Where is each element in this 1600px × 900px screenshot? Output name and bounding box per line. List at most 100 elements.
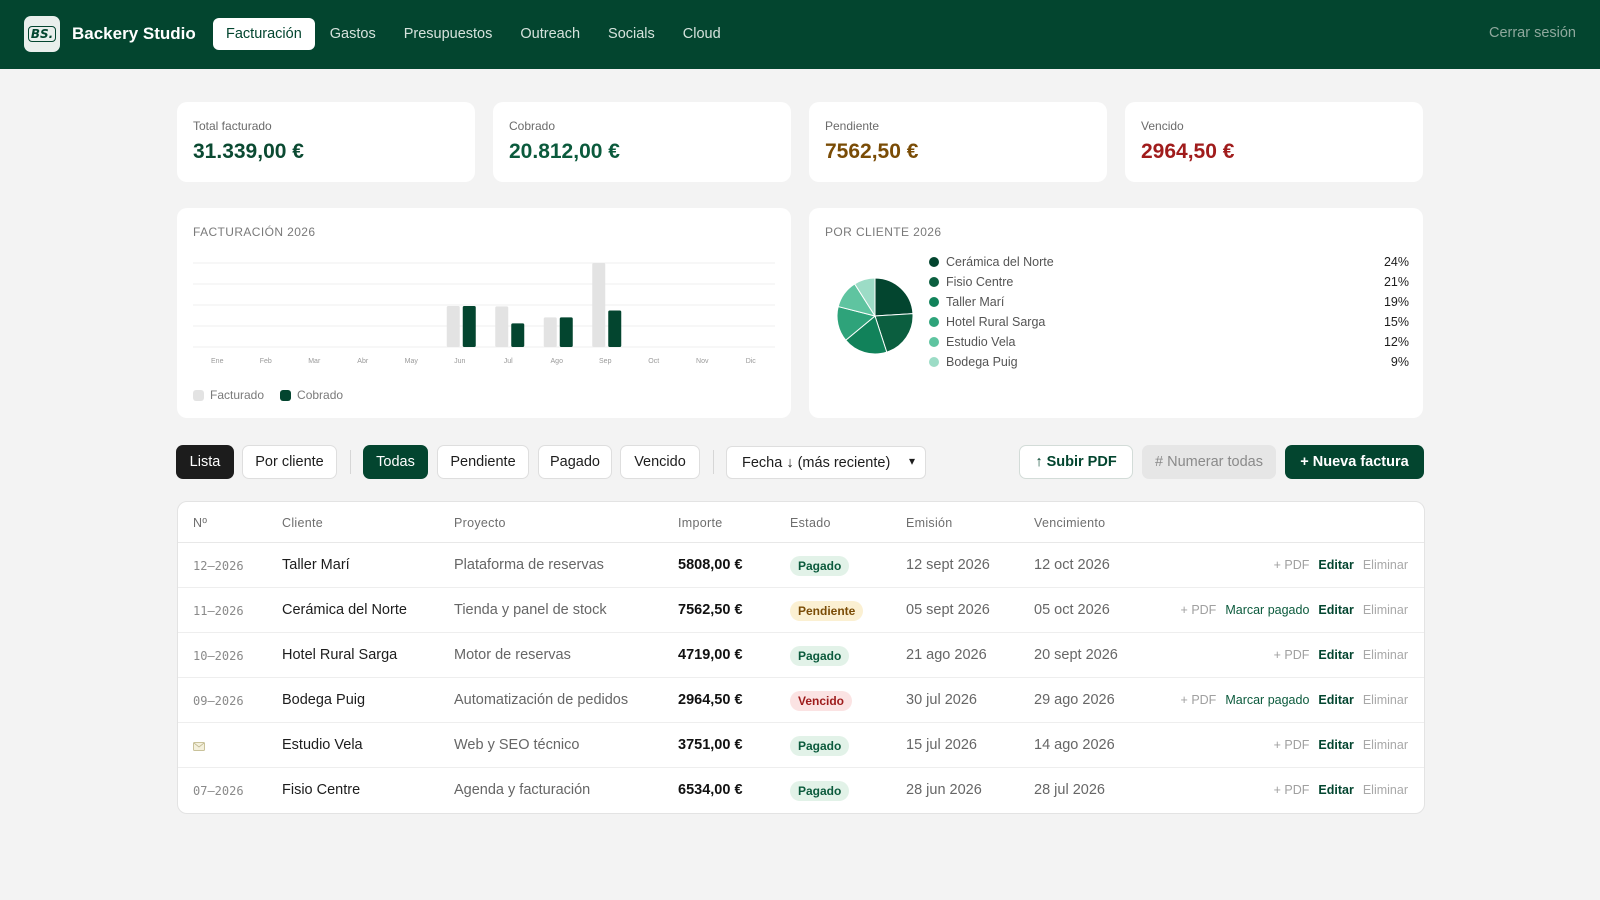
table-row[interactable]: 09–2026 Bodega Puig Automatización de pe… bbox=[178, 678, 1424, 723]
new-invoice-button[interactable]: + Nueva factura bbox=[1285, 445, 1424, 479]
bar-facturado-ago bbox=[543, 317, 557, 347]
status-badge: Pendiente bbox=[790, 601, 864, 621]
pie-legend-label: Taller Marí bbox=[946, 295, 1005, 309]
delete-link[interactable]: Eliminar bbox=[1363, 603, 1408, 617]
table-row[interactable]: 07–2026 Fisio Centre Agenda y facturació… bbox=[178, 768, 1424, 813]
invoice-number: 11–2026 bbox=[193, 604, 244, 618]
edit-link[interactable]: Editar bbox=[1318, 783, 1353, 797]
row-actions: + PDF Marcar pagado Editar Eliminar bbox=[1181, 693, 1408, 707]
edit-link[interactable]: Editar bbox=[1318, 693, 1353, 707]
pie-legend-dot bbox=[929, 317, 939, 327]
status-badge: Vencido bbox=[790, 691, 853, 711]
add-pdf-link[interactable]: + PDF bbox=[1274, 558, 1310, 572]
brand-name: Backery Studio bbox=[72, 24, 196, 43]
kpi-total-facturado: Total facturado 31.339,00 € bbox=[177, 102, 475, 182]
kpi-value: 31.339,00 € bbox=[193, 140, 304, 163]
edit-link[interactable]: Editar bbox=[1318, 558, 1353, 572]
invoice-issue-date: 28 jun 2026 bbox=[906, 782, 982, 798]
mark-paid-link[interactable]: Marcar pagado bbox=[1225, 693, 1309, 707]
table-row[interactable]: 12–2026 Taller Marí Plataforma de reserv… bbox=[178, 543, 1424, 588]
invoice-number: 10–2026 bbox=[193, 649, 244, 663]
sort-select[interactable]: Fecha ↓ (más reciente) ▾ bbox=[726, 446, 926, 479]
invoice-client: Estudio Vela bbox=[282, 737, 363, 753]
table-row[interactable]: 10–2026 Hotel Rural Sarga Motor de reser… bbox=[178, 633, 1424, 678]
filter-pagado-button[interactable]: Pagado bbox=[538, 445, 612, 479]
col-header-cliente: Cliente bbox=[282, 516, 324, 530]
invoice-issue-date: 12 sept 2026 bbox=[906, 557, 990, 573]
pie-legend-dot bbox=[929, 337, 939, 347]
view-lista-button[interactable]: Lista bbox=[176, 445, 234, 479]
kpi-cobrado: Cobrado 20.812,00 € bbox=[493, 102, 791, 182]
bar-facturado-jun bbox=[446, 305, 460, 347]
invoice-due-date: 20 sept 2026 bbox=[1034, 647, 1118, 663]
nav-tab-presupuestos[interactable]: Presupuestos bbox=[391, 18, 506, 50]
add-pdf-link[interactable]: + PDF bbox=[1274, 783, 1310, 797]
nav-tab-cloud[interactable]: Cloud bbox=[670, 18, 734, 50]
kpi-pendiente: Pendiente 7562,50 € bbox=[809, 102, 1107, 182]
nav-tab-outreach[interactable]: Outreach bbox=[507, 18, 593, 50]
bar-facturado-sep bbox=[592, 263, 606, 347]
invoice-project: Web y SEO técnico bbox=[454, 737, 580, 753]
pie-legend-pct: 12% bbox=[1383, 335, 1409, 349]
bar-chart-legend: Facturado Cobrado bbox=[193, 388, 343, 402]
logo[interactable]: BS. bbox=[24, 16, 60, 52]
invoice-due-date: 28 jul 2026 bbox=[1034, 782, 1105, 798]
upload-pdf-button[interactable]: ↑ Subir PDF bbox=[1019, 445, 1133, 479]
legend-item-facturado: Facturado bbox=[193, 388, 264, 402]
pie-chart-panel: POR CLIENTE 2026 Cerámica del Norte 24% F… bbox=[809, 208, 1423, 418]
row-actions: + PDF Editar Eliminar bbox=[1274, 558, 1408, 572]
delete-link[interactable]: Eliminar bbox=[1363, 558, 1408, 572]
invoice-project: Automatización de pedidos bbox=[454, 692, 629, 708]
x-tick-label: Nov bbox=[696, 358, 709, 365]
edit-link[interactable]: Editar bbox=[1318, 648, 1353, 662]
nav-tab-gastos[interactable]: Gastos bbox=[317, 18, 389, 50]
invoice-client: Hotel Rural Sarga bbox=[282, 647, 398, 663]
pie-legend: Cerámica del Norte 24% Fisio Centre 21% Ta… bbox=[929, 252, 1409, 372]
invoice-amount: 3751,00 € bbox=[678, 737, 743, 753]
add-pdf-link[interactable]: + PDF bbox=[1274, 738, 1310, 752]
pie-slice-cerámica-del-norte bbox=[874, 277, 914, 317]
delete-link[interactable]: Eliminar bbox=[1363, 648, 1408, 662]
filter-pendiente-button[interactable]: Pendiente bbox=[437, 445, 529, 479]
pie-legend-pct: 15% bbox=[1383, 315, 1409, 329]
x-tick-label: Mar bbox=[308, 358, 321, 365]
kpi-label: Vencido bbox=[1141, 119, 1184, 133]
delete-link[interactable]: Eliminar bbox=[1363, 693, 1408, 707]
table-row[interactable]: Estudio Vela Web y SEO técnico 3751,00 €… bbox=[178, 723, 1424, 768]
invoice-amount: 6534,00 € bbox=[678, 782, 743, 798]
mark-paid-link[interactable]: Marcar pagado bbox=[1225, 603, 1309, 617]
view-por-cliente-button[interactable]: Por cliente bbox=[242, 445, 337, 479]
x-tick-label: Abr bbox=[357, 358, 369, 365]
filter-todas-button[interactable]: Todas bbox=[363, 445, 428, 479]
pie-legend-dot bbox=[929, 297, 939, 307]
edit-link[interactable]: Editar bbox=[1318, 738, 1353, 752]
sort-select-value: Fecha ↓ (más reciente) bbox=[742, 454, 891, 471]
nav-tab-socials[interactable]: Socials bbox=[595, 18, 668, 50]
pie-chart-title: POR CLIENTE 2026 bbox=[825, 225, 942, 239]
kpi-value: 2964,50 € bbox=[1141, 140, 1235, 163]
x-tick-label: Ago bbox=[551, 358, 564, 365]
delete-link[interactable]: Eliminar bbox=[1363, 783, 1408, 797]
kpi-label: Total facturado bbox=[193, 119, 272, 133]
status-badge: Pagado bbox=[790, 781, 850, 801]
nav-tab-facturacion[interactable]: Facturación bbox=[213, 18, 315, 50]
row-actions: + PDF Editar Eliminar bbox=[1274, 738, 1408, 752]
filter-vencido-button[interactable]: Vencido bbox=[620, 445, 700, 479]
invoice-issue-date: 21 ago 2026 bbox=[906, 647, 987, 663]
delete-link[interactable]: Eliminar bbox=[1363, 738, 1408, 752]
number-all-button[interactable]: # Numerar todas bbox=[1142, 445, 1276, 479]
table-row[interactable]: 11–2026 Cerámica del Norte Tienda y pane… bbox=[178, 588, 1424, 633]
pie-legend-item: Taller Marí 19% bbox=[929, 292, 1409, 312]
add-pdf-link[interactable]: + PDF bbox=[1274, 648, 1310, 662]
pie-legend-label: Hotel Rural Sarga bbox=[946, 315, 1046, 329]
x-tick-label: Sep bbox=[599, 358, 612, 365]
row-actions: + PDF Editar Eliminar bbox=[1274, 783, 1408, 797]
col-header-num: Nº bbox=[193, 516, 208, 530]
add-pdf-link[interactable]: + PDF bbox=[1181, 693, 1217, 707]
bar-cobrado-sep bbox=[608, 310, 622, 347]
edit-link[interactable]: Editar bbox=[1318, 603, 1353, 617]
status-badge: Pagado bbox=[790, 556, 850, 576]
legend-swatch-cobrado bbox=[280, 389, 292, 401]
add-pdf-link[interactable]: + PDF bbox=[1181, 603, 1217, 617]
logout-link[interactable]: Cerrar sesión bbox=[1489, 25, 1576, 41]
